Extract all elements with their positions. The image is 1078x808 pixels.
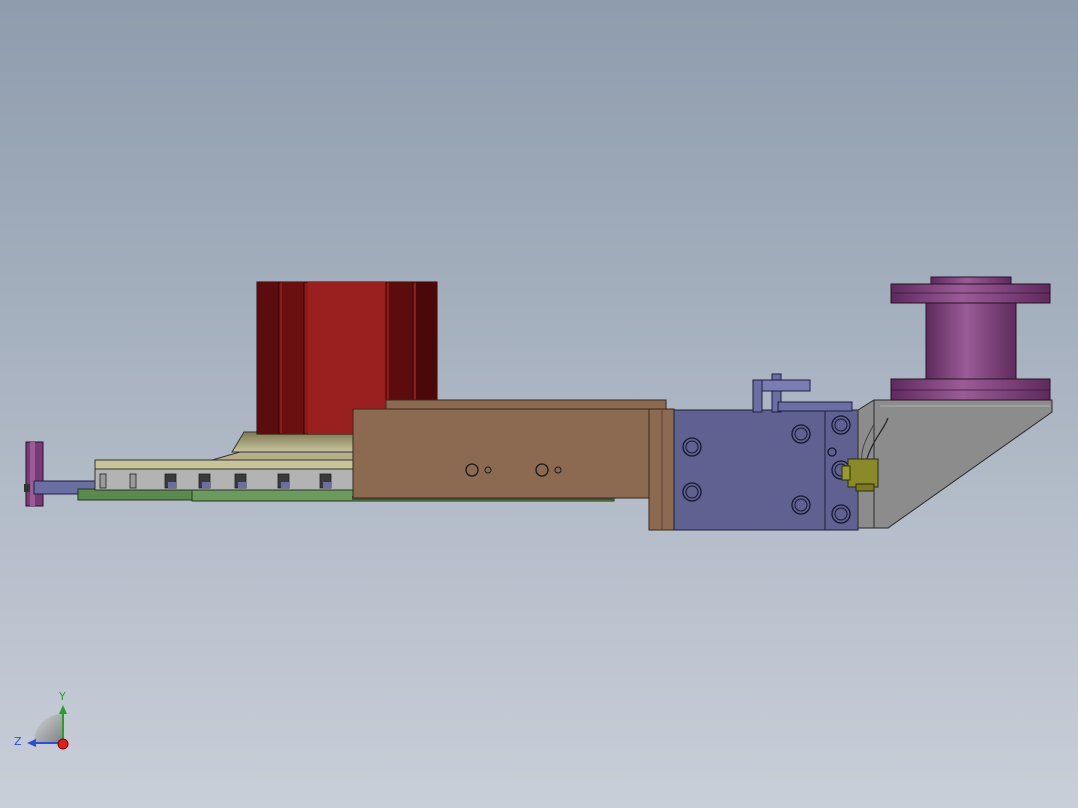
slot-insert xyxy=(323,482,331,488)
cone xyxy=(231,431,357,453)
z-axis-label: Z xyxy=(14,735,22,748)
y-axis-label: Y xyxy=(58,690,66,703)
slot-insert xyxy=(168,482,176,488)
x-axis-dot-icon xyxy=(57,738,69,750)
slot-insert xyxy=(238,482,246,488)
index-slot xyxy=(129,473,137,489)
green-plate-left xyxy=(77,488,197,501)
cad-viewport[interactable]: Y Z xyxy=(0,0,1078,808)
slot-insert xyxy=(202,482,210,488)
mounting-block[interactable] xyxy=(673,409,859,531)
index-slot xyxy=(99,473,107,489)
slot-insert xyxy=(281,482,289,488)
